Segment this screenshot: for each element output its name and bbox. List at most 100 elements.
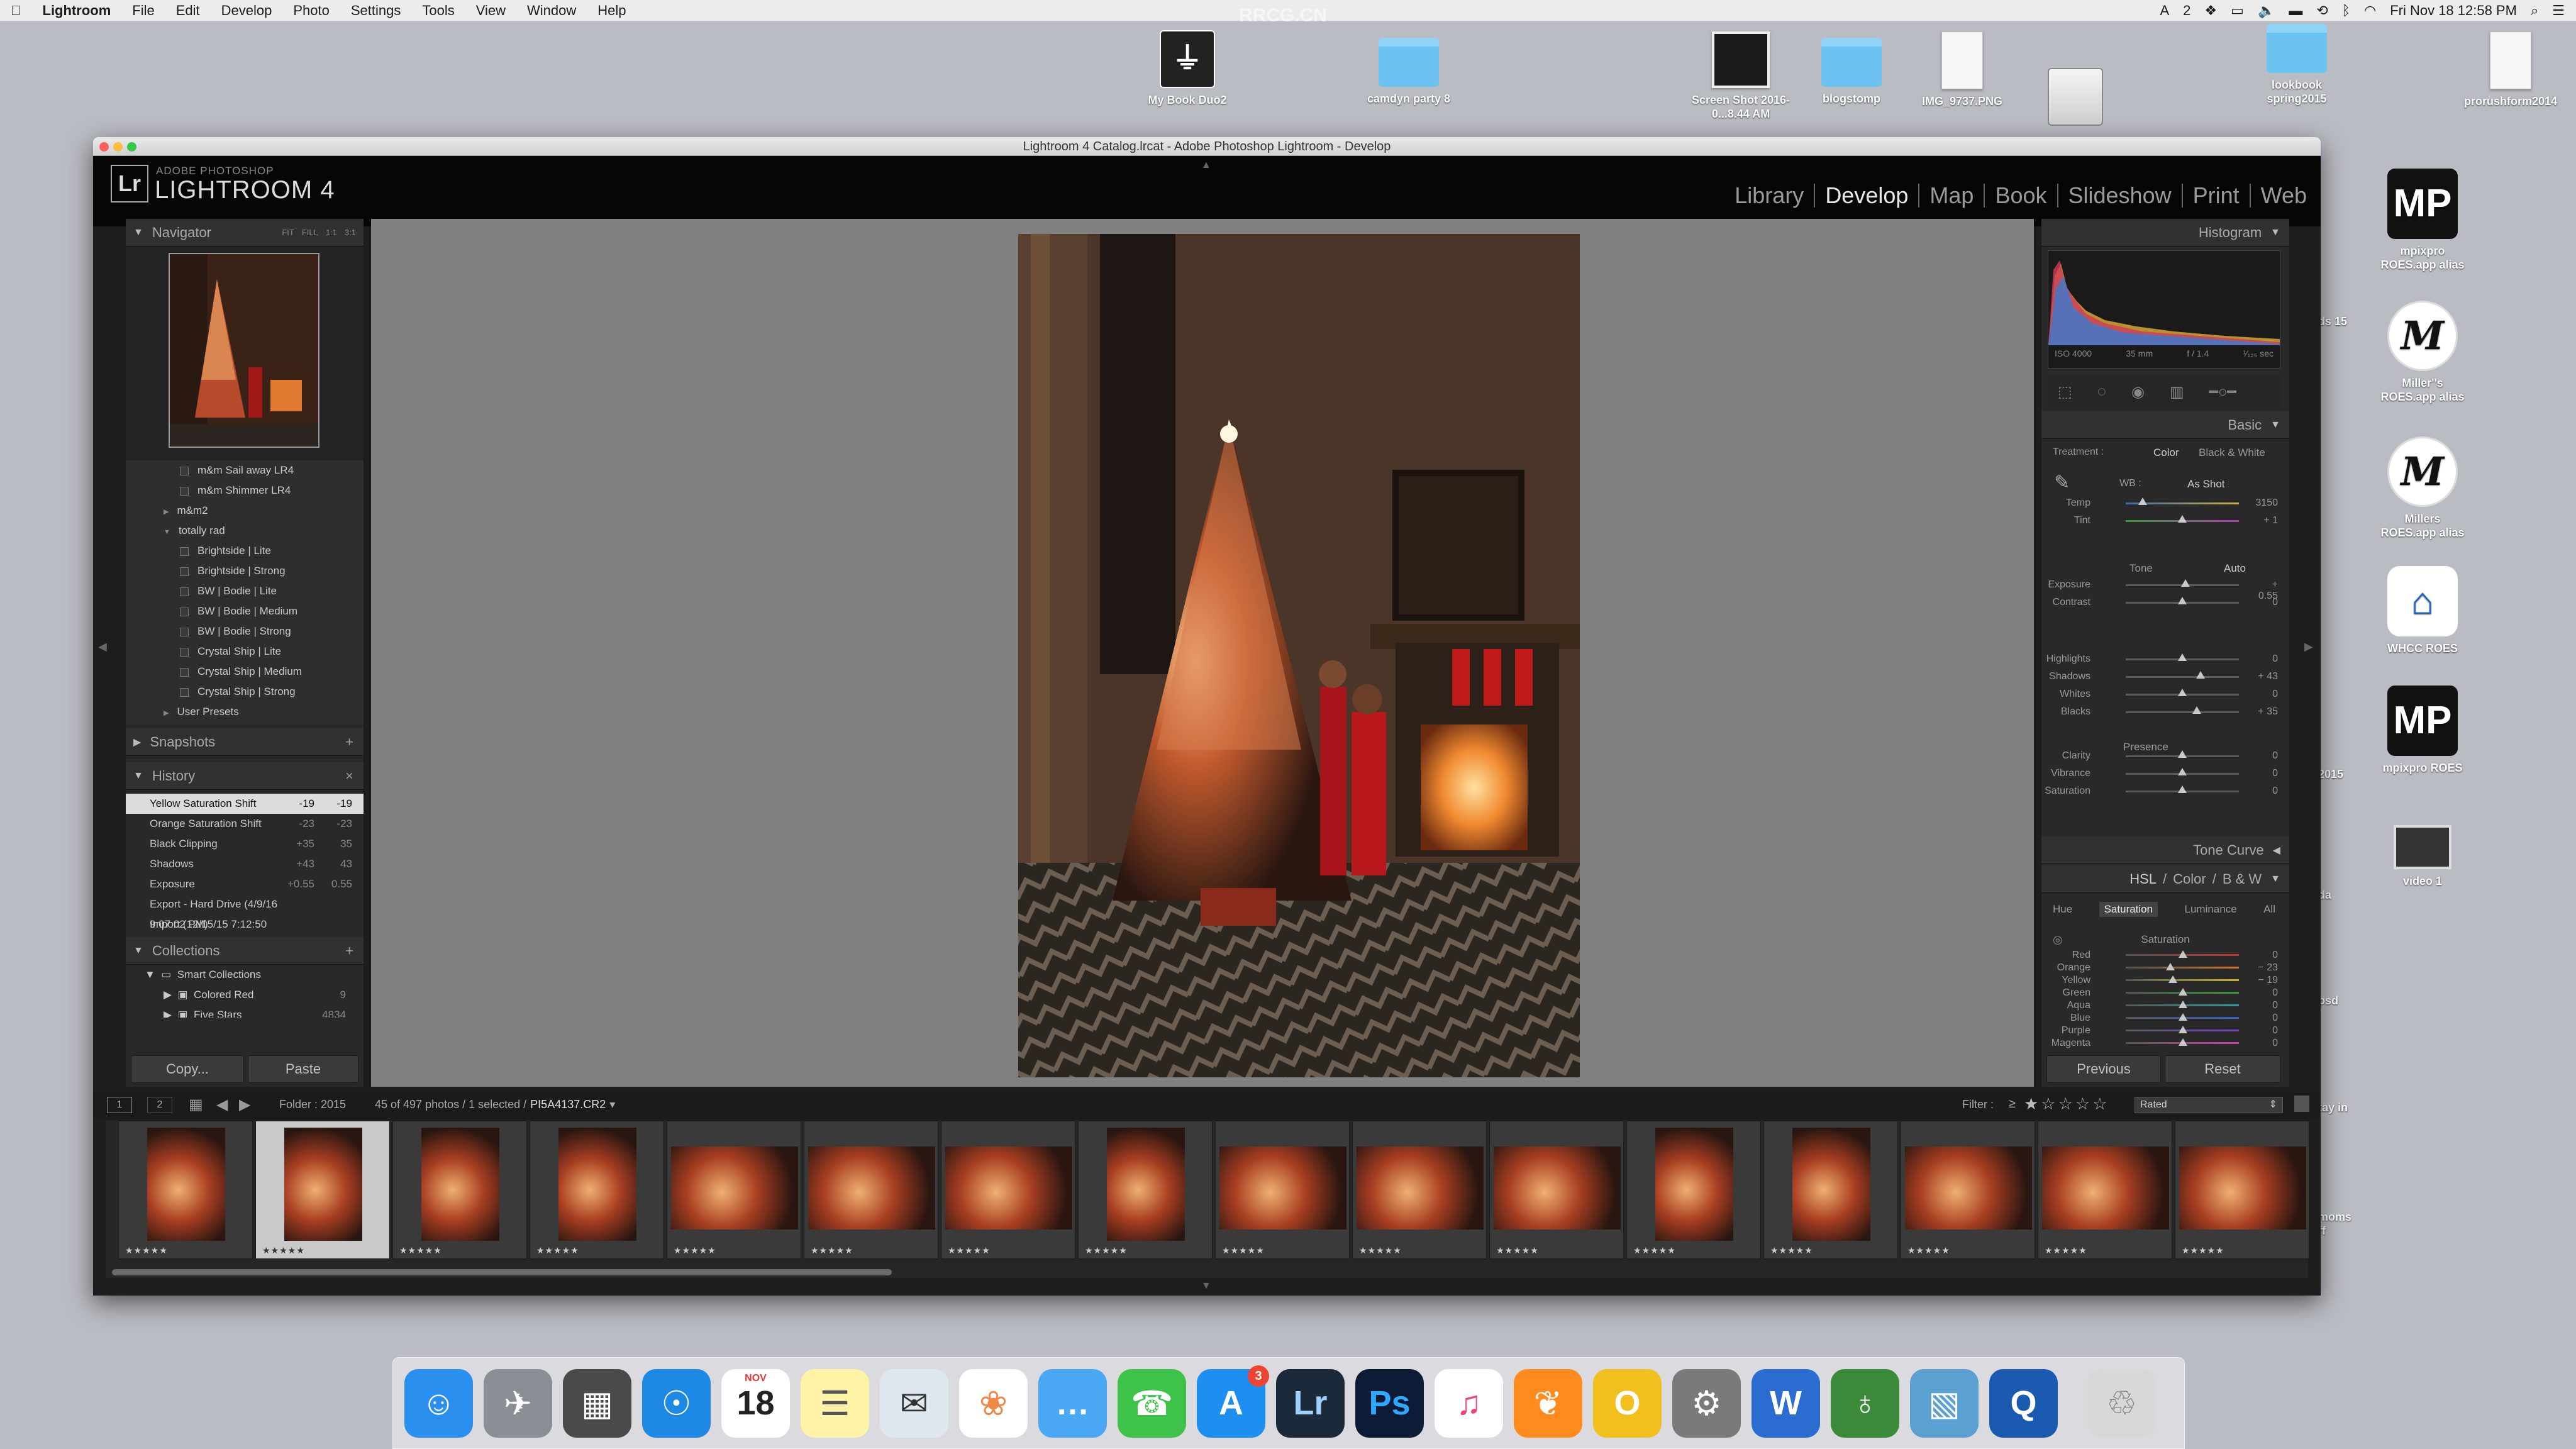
menu-view[interactable]: View [476,3,506,19]
preset-item[interactable]: Crystal Ship | Medium [126,662,364,682]
navigator-preview[interactable] [169,253,319,448]
history-item[interactable]: Shadows +43 43 [126,854,364,874]
dock-system-preferences-icon[interactable]: ⚙ [1672,1368,1741,1438]
collection-smart[interactable]: ▼ ▭ Smart Collections [126,965,364,985]
slider-exposure[interactable]: Exposure + 0.55 [2041,576,2289,601]
preset-item[interactable]: Brightside | Lite [126,541,364,561]
spotlight-icon[interactable]: ⌕ [2531,3,2538,19]
screen-1-button[interactable]: 1 [107,1097,132,1113]
forward-arrow-icon[interactable]: ▶ [239,1096,250,1114]
filmstrip-thumb[interactable]: ★★★★★ [118,1121,253,1259]
volume-icon[interactable]: 🔈 [2258,3,2275,19]
slider-thumb[interactable] [2138,497,2147,505]
dock-photos-icon[interactable]: ❀ [959,1368,1028,1438]
clear-history-button[interactable]: × [345,768,353,784]
hsl-slider-red[interactable]: Red 0 [2041,948,2289,961]
slider-thumb[interactable] [2178,768,2187,775]
preset-folder[interactable]: ▶ m&m2 [126,501,364,521]
collection-five-stars[interactable]: ▶ ▣ Five Stars 4834 [126,1005,364,1018]
close-button[interactable] [99,142,109,152]
reset-button[interactable]: Reset [2165,1055,2280,1083]
slider-thumb[interactable] [2179,1026,2187,1033]
slider-temp[interactable]: Temp 3150 [2041,494,2289,512]
dock-preview-doc-icon[interactable]: ✉ [880,1368,948,1438]
module-web[interactable]: Web [2251,184,2317,208]
hsl-header[interactable]: HSL / Color / B & W ▼ [2041,865,2289,893]
menu-window[interactable]: Window [527,3,576,19]
airplay-icon[interactable]: ▭ [2231,3,2244,19]
filmstrip-thumb[interactable]: ★★★★★ [667,1121,801,1259]
zoom-1-1[interactable]: 1:1 [326,228,337,237]
clock[interactable]: Fri Nov 18 12:58 PM [2390,3,2517,19]
dock-quicktime-icon[interactable]: Q [1989,1368,2058,1438]
slider-thumb[interactable] [2178,653,2187,661]
paste-button[interactable]: Paste [248,1055,358,1083]
menu-edit[interactable]: Edit [176,3,200,19]
slider-thumb[interactable] [2178,750,2187,758]
folder-source[interactable]: Folder : 2015 [279,1098,346,1111]
slider-contrast[interactable]: Contrast 0 [2041,594,2289,611]
preset-folder[interactable]: ▶ User Presets [126,702,364,722]
module-print[interactable]: Print [2183,184,2251,208]
notification-center-icon[interactable]: ☰ [2552,3,2565,19]
module-book[interactable]: Book [1985,184,2058,208]
preset-item[interactable]: BW | Bodie | Strong [126,621,364,641]
tone-curve-header[interactable]: Tone Curve ◀ [2041,836,2289,864]
filmstrip-thumb[interactable]: ★★★★★ [2038,1121,2172,1259]
back-arrow-icon[interactable]: ◀ [216,1096,228,1114]
desktop-icon-whcc[interactable]: ⌂ WHCC ROES [2360,566,2485,655]
slider-blacks[interactable]: Blacks + 35 [2041,703,2289,721]
hsl-tab-saturation[interactable]: Saturation [2099,902,2158,917]
slider-highlights[interactable]: Highlights 0 [2041,650,2289,668]
preset-item[interactable]: BW | Bodie | Lite [126,581,364,601]
slider-thumb[interactable] [2166,963,2175,970]
slider-thumb[interactable] [2178,689,2187,696]
slider-thumb[interactable] [2179,988,2187,996]
slider-shadows[interactable]: Shadows + 43 [2041,668,2289,686]
graduated-filter-icon[interactable]: ▥ [2170,383,2184,401]
history-item[interactable]: Import (12/15/15 7:12:50 PM) [126,914,364,950]
histogram-header[interactable]: Histogram ▼ [2041,219,2289,247]
preset-item[interactable]: BW | Bodie | Medium [126,601,364,621]
left-panel-toggle-icon[interactable]: ◀ [98,640,107,653]
bottom-panel-toggle-icon[interactable]: ▼ [1201,1280,1211,1292]
dock-finder-icon[interactable]: ☺ [404,1368,473,1438]
desktop-icon-mpixpro[interactable]: MP mpixpro ROES [2360,686,2485,775]
menu-help[interactable]: Help [597,3,626,19]
slider-thumb[interactable] [2192,706,2202,714]
minimize-button[interactable] [113,142,123,152]
desktop-icon-millers-alias-1[interactable]: M Miller''s ROES.app alias [2360,301,2485,404]
slider-vibrance[interactable]: Vibrance 0 [2041,765,2289,782]
zoom-3-1[interactable]: 3:1 [345,228,356,237]
treatment-bw[interactable]: Black & White [2199,447,2265,459]
slider-thumb[interactable] [2178,597,2187,604]
basic-header[interactable]: Basic ▼ [2041,411,2289,439]
filmstrip-thumb[interactable]: ★★★★★ [530,1121,664,1259]
battery-icon[interactable]: ▬ [2289,3,2302,19]
histogram[interactable]: ISO 4000 35 mm f / 1.4 ¹⁄₁₂₅ sec [2048,250,2280,369]
desktop-icon-screenshot[interactable]: Screen Shot 2016-0...8.44 AM [1678,31,1804,121]
desktop-icon-mpixpro-alias[interactable]: MP mpixpro ROES.app alias [2360,169,2485,272]
dock-messages-icon[interactable]: … [1038,1368,1107,1438]
filter-operator[interactable]: ≥ [2009,1097,2016,1111]
image-canvas[interactable] [371,219,2034,1087]
history-header[interactable]: ▼ History × [126,762,364,790]
filter-select[interactable]: Rated ⇕ [2135,1097,2283,1113]
dock-globe-app-icon[interactable]: ♁ [1831,1368,1899,1438]
preset-item[interactable]: m&m Sail away LR4 [126,460,364,480]
filmstrip-thumb[interactable]: ★★★★★ [1078,1121,1213,1259]
grid-view-icon[interactable]: ▦ [189,1096,203,1114]
menu-file[interactable]: File [132,3,154,19]
window-titlebar[interactable]: Lightroom 4 Catalog.lrcat - Adobe Photos… [93,137,2321,156]
preset-item[interactable]: m&m Shimmer LR4 [126,480,364,501]
desktop-icon-prorushform[interactable]: prorushform2014 [2454,31,2567,108]
filmstrip-thumb[interactable]: ★★★★★ [2175,1121,2309,1259]
dock-preview-icon[interactable]: ▦ [563,1368,631,1438]
hsl-slider-aqua[interactable]: Aqua 0 [2041,999,2289,1011]
history-item[interactable]: Yellow Saturation Shift -19 -19 [126,794,364,814]
zoom-fill[interactable]: FILL [302,228,318,237]
slider-thumb[interactable] [2168,975,2177,983]
dock-safari-icon[interactable]: ☉ [642,1368,711,1438]
copy-button[interactable]: Copy... [131,1055,244,1083]
dock-launchpad-icon[interactable]: ✈ [484,1368,552,1438]
